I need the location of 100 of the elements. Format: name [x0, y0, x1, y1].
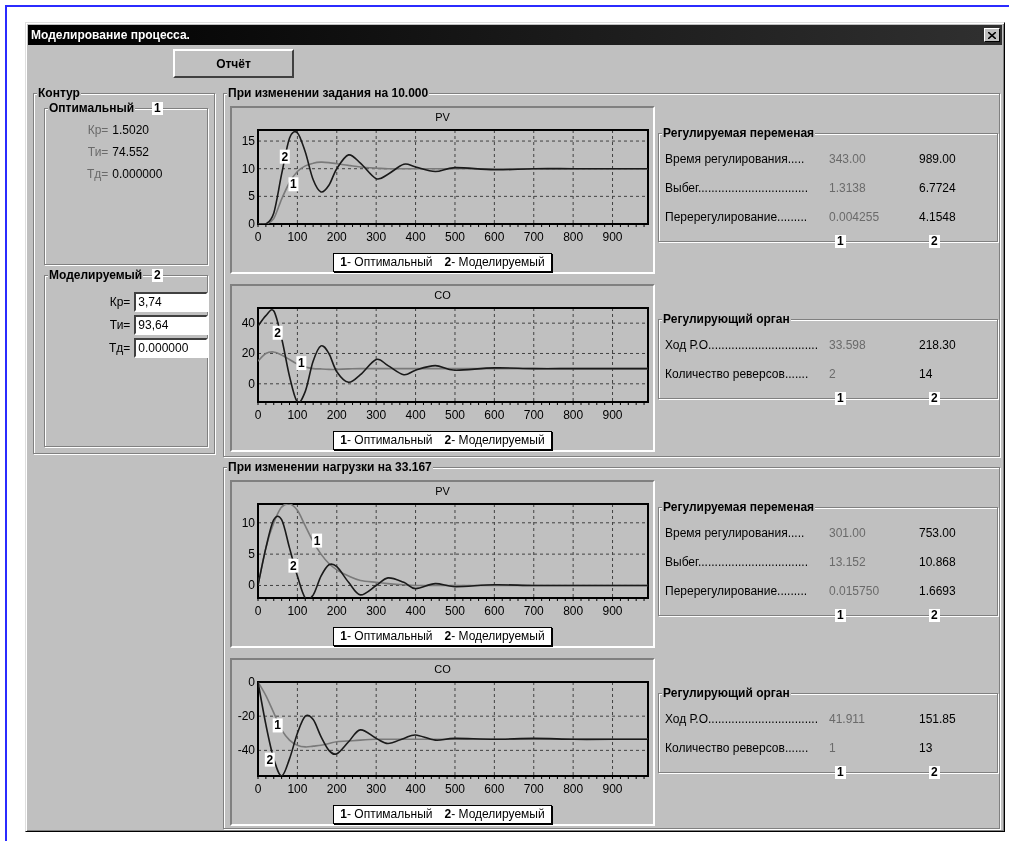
axis-tick-label: 5 — [248, 547, 255, 562]
curve-label: 1 — [288, 177, 299, 192]
axis-tick-label: 700 — [523, 782, 544, 796]
stat-label: Время регулирования..... — [665, 525, 806, 540]
axis-tick-label: 10 — [241, 161, 255, 176]
axis-tick-label: 0 — [254, 604, 262, 618]
axis-tick-label: 100 — [287, 230, 308, 244]
stat-value: 301.00 — [829, 525, 867, 540]
axis-tick-label: 500 — [444, 408, 465, 422]
stat-value: 753.00 — [919, 525, 957, 540]
column-badge: 1 — [835, 609, 846, 622]
group-title: При изменении задания на 10.000 — [227, 86, 430, 101]
axis-tick-label: 0 — [254, 782, 262, 796]
stat-value: 151.85 — [919, 711, 957, 726]
axis-tick-label: 15 — [241, 134, 255, 149]
axis-tick-label: 900 — [602, 408, 623, 422]
close-icon — [988, 31, 996, 39]
axis-tick-label: 800 — [563, 408, 584, 422]
axis-tick-label: 200 — [326, 782, 347, 796]
close-button[interactable] — [984, 28, 1000, 42]
curve-label: 2 — [264, 752, 275, 767]
column-badge: 1 — [835, 392, 846, 405]
axis-tick-label: 100 — [287, 408, 308, 422]
stat-value: 4.1548 — [919, 209, 957, 224]
curve-label: 2 — [279, 149, 290, 164]
axis-tick-label: 900 — [602, 230, 623, 244]
stat-label: Ход Р.О................................. — [665, 337, 820, 352]
column-badge: 2 — [929, 235, 940, 248]
group-title: Регулируемая переменая — [662, 500, 816, 515]
axis-tick-label: 300 — [366, 230, 387, 244]
axis-tick-label: 0 — [254, 230, 262, 244]
stat-value: 1 — [829, 740, 837, 755]
curve-label: 2 — [272, 325, 283, 340]
axis-tick-label: 400 — [405, 230, 426, 244]
param-value: 1.5020 — [112, 123, 151, 137]
group-title: Регулируемая переменая — [662, 126, 816, 141]
stat-value: 989.00 — [919, 151, 957, 166]
axis-tick-label: 300 — [366, 782, 387, 796]
axis-tick-label: 200 — [326, 230, 347, 244]
axis-tick-label: 800 — [563, 230, 584, 244]
stat-value: 41.911 — [829, 711, 866, 726]
column-badge: 1 — [835, 235, 846, 248]
axis-tick-label: 500 — [444, 604, 465, 618]
axis-tick-label: 300 — [366, 408, 387, 422]
axis-tick-label: 600 — [484, 604, 505, 618]
chart-title: PV — [434, 484, 451, 498]
legend-item: 2- Моделируемый — [444, 433, 545, 448]
axis-tick-label: 800 — [563, 604, 584, 618]
legend-item: 1- Оптимальный — [340, 433, 433, 448]
param-value: 74.552 — [112, 145, 151, 159]
column-badge: 1 — [835, 766, 846, 779]
axis-tick-label: 700 — [523, 230, 544, 244]
axis-tick-label: 40 — [241, 316, 255, 331]
stat-value: 10.868 — [919, 554, 957, 569]
stat-value: 1.6693 — [919, 583, 957, 598]
stat-label: Количество реверсов....... — [665, 740, 810, 755]
legend-item: 1- Оптимальный — [340, 629, 433, 644]
stat-label: Время регулирования..... — [665, 151, 806, 166]
group-title: При изменении нагрузки на 33.167 — [227, 460, 433, 475]
axis-tick-label: 700 — [523, 604, 544, 618]
input-field[interactable]: 0.000000 — [134, 338, 209, 358]
input-field[interactable]: 3,74 — [134, 292, 209, 312]
axis-tick-label: 100 — [287, 782, 308, 796]
param-label: Ти= — [87, 145, 109, 159]
legend-item: 2- Моделируемый — [444, 629, 545, 644]
axis-tick-label: 100 — [287, 604, 308, 618]
axis-tick-label: -20 — [237, 709, 255, 724]
number-badge: 1 — [152, 102, 163, 115]
axis-tick-label: 600 — [484, 230, 505, 244]
column-badge: 2 — [929, 609, 940, 622]
report-button[interactable]: Отчёт — [173, 49, 294, 78]
param-value: 0.000000 — [112, 167, 163, 181]
stat-label: Выбег................................. — [665, 554, 809, 569]
axis-tick-label: 5 — [248, 189, 255, 204]
param-label: Ти= — [109, 318, 131, 332]
stat-value: 1.3138 — [829, 180, 867, 195]
group-title: Регулирующий орган — [662, 686, 791, 701]
chart-title: CO — [433, 662, 452, 676]
axis-tick-label: 10 — [241, 515, 255, 530]
input-field[interactable]: 93,64 — [134, 315, 209, 335]
chart-title: CO — [433, 288, 452, 302]
axis-tick-label: 900 — [602, 782, 623, 796]
param-label: Кр= — [109, 295, 131, 309]
axis-tick-label: 600 — [484, 782, 505, 796]
curve-label: 2 — [288, 558, 299, 573]
axis-tick-label: 200 — [326, 408, 347, 422]
axis-tick-label: 500 — [444, 782, 465, 796]
axis-tick-label: 0 — [248, 376, 255, 391]
group-title: Контур — [37, 86, 81, 101]
axis-tick-label: 400 — [405, 604, 426, 618]
axis-tick-label: 400 — [405, 782, 426, 796]
stat-label: Ход Р.О................................. — [665, 711, 820, 726]
axis-tick-label: 0 — [248, 578, 255, 593]
stat-value: 13 — [919, 740, 934, 755]
stat-label: Количество реверсов....... — [665, 366, 810, 381]
stat-value: 2 — [829, 366, 837, 381]
curve-label: 1 — [312, 533, 323, 548]
axis-tick-label: 0 — [254, 408, 262, 422]
stat-value: 343.00 — [829, 151, 867, 166]
axis-tick-label: 700 — [523, 408, 544, 422]
